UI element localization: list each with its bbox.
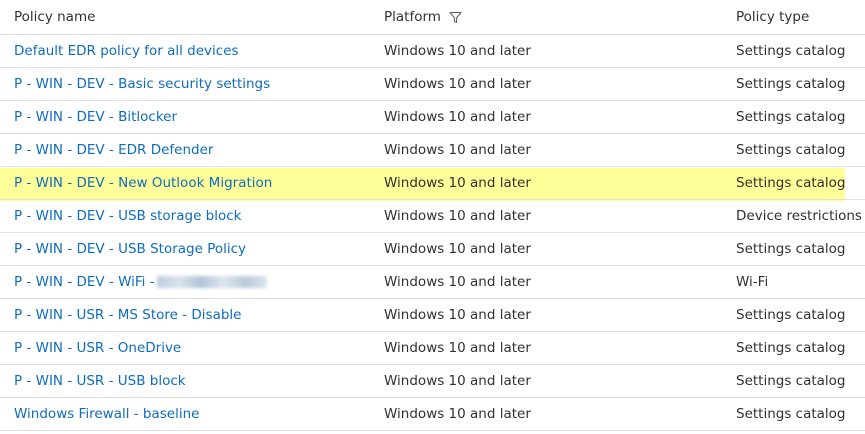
table-row[interactable]: P - WIN - USR - OneDrive Windows 10 and …: [0, 332, 865, 365]
filter-icon[interactable]: [449, 11, 462, 24]
policy-name-link[interactable]: P - WIN - DEV - USB storage block: [14, 208, 242, 224]
column-header-policy-name[interactable]: Policy name: [14, 0, 95, 34]
policy-name-link[interactable]: Default EDR policy for all devices: [14, 43, 239, 59]
policy-name-link[interactable]: P - WIN - DEV - USB Storage Policy: [14, 241, 246, 257]
table-row[interactable]: P - WIN - USR - MS Store - Disable Windo…: [0, 299, 865, 332]
platform-cell: Windows 10 and later: [384, 208, 531, 224]
policy-type-cell: Settings catalog: [736, 142, 846, 158]
table-row[interactable]: P - WIN - DEV - Bitlocker Windows 10 and…: [0, 101, 865, 134]
policy-name-link[interactable]: P - WIN - USR - USB block: [14, 373, 186, 389]
table-row-highlighted[interactable]: P - WIN - DEV - New Outlook Migration Wi…: [0, 167, 865, 200]
policy-name-link[interactable]: P - WIN - DEV - Bitlocker: [14, 109, 177, 125]
policy-table: Policy name Platform Policy type Default…: [0, 0, 865, 431]
column-header-policy-type[interactable]: Policy type: [736, 0, 809, 34]
platform-cell: Windows 10 and later: [384, 307, 531, 323]
policy-name-link[interactable]: P - WIN - USR - OneDrive: [14, 340, 181, 356]
policy-type-cell: Settings catalog: [736, 307, 846, 323]
platform-cell: Windows 10 and later: [384, 109, 531, 125]
policy-type-cell: Settings catalog: [736, 406, 846, 422]
policy-type-cell: Device restrictions: [736, 208, 862, 224]
policy-name-link[interactable]: P - WIN - USR - MS Store - Disable: [14, 307, 241, 323]
platform-cell: Windows 10 and later: [384, 142, 531, 158]
column-header-label: Policy type: [736, 9, 810, 25]
table-row[interactable]: P - WIN - DEV - USB storage block Window…: [0, 200, 865, 233]
platform-cell: Windows 10 and later: [384, 406, 531, 422]
policy-type-cell: Settings catalog: [736, 373, 846, 389]
platform-cell: Windows 10 and later: [384, 43, 531, 59]
platform-cell: Windows 10 and later: [384, 340, 531, 356]
redacted-text: [156, 276, 267, 288]
policy-name-link[interactable]: P - WIN - DEV - Basic security settings: [14, 76, 270, 92]
platform-cell: Windows 10 and later: [384, 76, 531, 92]
policy-name-link[interactable]: Windows Firewall - baseline: [14, 406, 199, 422]
policy-type-cell: Settings catalog: [736, 241, 846, 257]
table-header-row: Policy name Platform Policy type: [0, 0, 865, 35]
column-header-label: Policy name: [14, 9, 96, 25]
column-header-label: Platform: [384, 9, 441, 25]
platform-cell: Windows 10 and later: [384, 241, 531, 257]
table-row[interactable]: Windows Firewall - baseline Windows 10 a…: [0, 398, 865, 431]
table-row[interactable]: P - WIN - DEV - WiFi - Windows 10 and la…: [0, 266, 865, 299]
policy-name-link[interactable]: P - WIN - DEV - EDR Defender: [14, 142, 213, 158]
policy-type-cell: Settings catalog: [736, 340, 846, 356]
table-row[interactable]: P - WIN - USR - USB block Windows 10 and…: [0, 365, 865, 398]
policy-type-cell: Settings catalog: [736, 175, 846, 191]
policy-type-cell: Settings catalog: [736, 76, 846, 92]
policy-name-link[interactable]: P - WIN - DEV - WiFi -: [14, 274, 155, 290]
platform-cell: Windows 10 and later: [384, 175, 531, 191]
policy-type-cell: Wi-Fi: [736, 274, 769, 290]
table-row[interactable]: P - WIN - DEV - EDR Defender Windows 10 …: [0, 134, 865, 167]
platform-cell: Windows 10 and later: [384, 274, 531, 290]
policy-name-link[interactable]: P - WIN - DEV - New Outlook Migration: [14, 175, 272, 191]
platform-cell: Windows 10 and later: [384, 373, 531, 389]
table-row[interactable]: P - WIN - DEV - USB Storage Policy Windo…: [0, 233, 865, 266]
table-row[interactable]: Default EDR policy for all devices Windo…: [0, 35, 865, 68]
policy-type-cell: Settings catalog: [736, 43, 846, 59]
column-header-platform[interactable]: Platform: [384, 0, 462, 34]
policy-type-cell: Settings catalog: [736, 109, 846, 125]
table-row[interactable]: P - WIN - DEV - Basic security settings …: [0, 68, 865, 101]
